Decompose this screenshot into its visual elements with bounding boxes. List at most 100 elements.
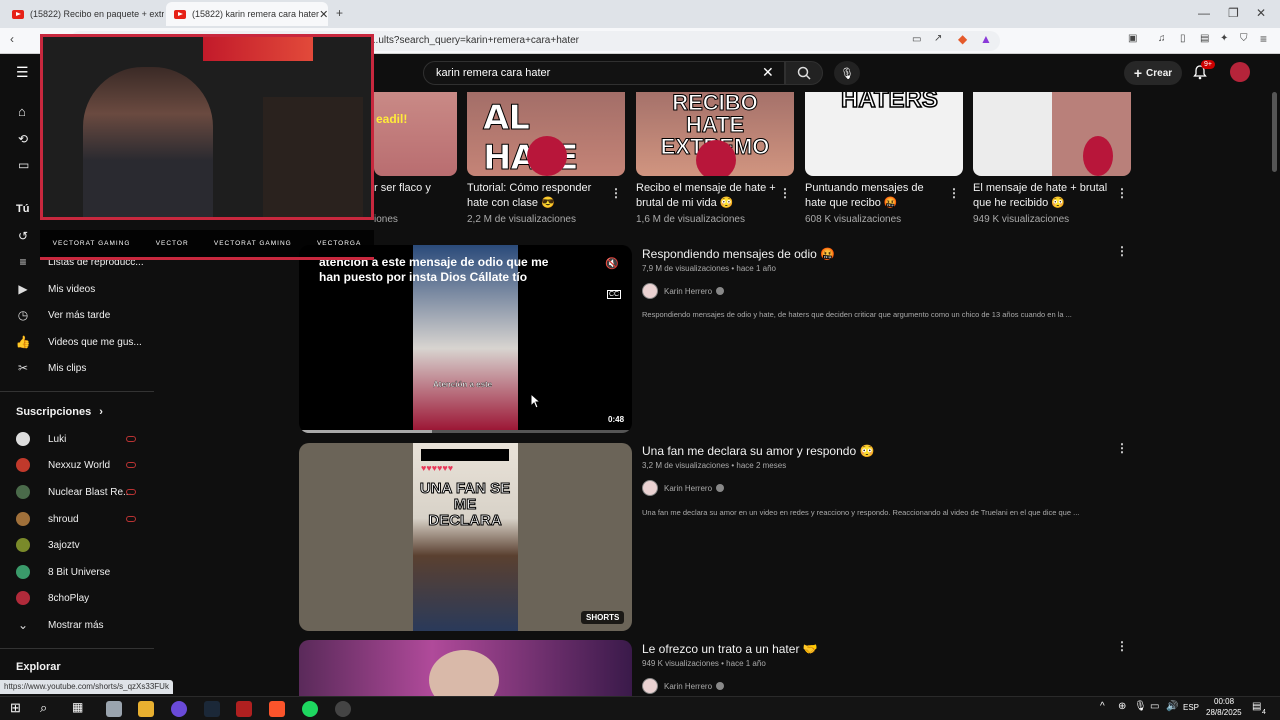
folder-icon[interactable]	[138, 701, 154, 717]
scrollbar-thumb[interactable]	[1272, 92, 1277, 172]
mute-icon[interactable]: 🔇	[605, 257, 619, 270]
brave-icon[interactable]	[269, 701, 285, 717]
channel-link[interactable]: Karin Herrero	[642, 283, 725, 299]
sidebar-sub-item[interactable]: 8 Bit Universe	[16, 562, 110, 582]
rewards-icon[interactable]: ▲	[980, 32, 992, 46]
chevron-down-icon: ⌄	[17, 618, 29, 632]
microphone-tray-icon[interactable]: 🎙	[1134, 701, 1147, 712]
notifications-button[interactable]: 9+	[1192, 60, 1215, 82]
sidebar-item-my-videos[interactable]: ▶ Mis videos	[16, 279, 95, 299]
leo-icon[interactable]: ✦	[1220, 33, 1228, 44]
music-icon[interactable]: ♫	[1158, 33, 1166, 44]
subscriptions-heading[interactable]: Suscripciones ›	[16, 402, 103, 422]
channel-avatar	[16, 565, 30, 579]
sidebar-item-watch-later[interactable]: ◷ Ver más tarde	[16, 305, 111, 325]
shorts-icon[interactable]: ⟲	[18, 132, 28, 146]
subscriptions-icon[interactable]: ▭	[18, 158, 29, 172]
video-title[interactable]: Tutorial: Cómo responder hate con clase …	[467, 181, 607, 211]
sidebar-item-clips[interactable]: ✂ Mis clips	[16, 358, 86, 378]
explorer-icon[interactable]	[106, 701, 122, 717]
close-window-icon[interactable]: ✕	[1256, 6, 1266, 20]
panel-icon[interactable]: ▯	[1180, 33, 1186, 44]
back-icon[interactable]: ‹	[10, 32, 14, 46]
explore-heading[interactable]: Explorar	[16, 661, 61, 673]
history-icon[interactable]: ↺	[18, 229, 28, 243]
app-icon[interactable]	[236, 701, 252, 717]
more-options-icon[interactable]: ⋮	[779, 186, 791, 200]
streamer-image	[83, 67, 213, 217]
tray-icon[interactable]: ⊕	[1118, 701, 1126, 712]
channel-avatar	[16, 432, 30, 446]
account-avatar[interactable]	[1230, 62, 1250, 82]
divider	[0, 648, 154, 649]
video-title[interactable]: El mensaje de hate + brutal que he recib…	[973, 181, 1113, 211]
video-title[interactable]: Recibo el mensaje de hate + brutal de mi…	[636, 181, 776, 211]
more-options-icon[interactable]: ⋮	[1116, 186, 1128, 200]
video-thumbnail[interactable]	[973, 92, 1131, 176]
sidebar-sub-item[interactable]: 8choPlay	[16, 588, 89, 608]
restore-icon[interactable]: ❐	[1228, 6, 1239, 20]
video-title[interactable]: Le ofrezco un trato a un hater 🤝	[642, 642, 818, 656]
share-icon[interactable]: ↗	[934, 33, 942, 44]
verified-icon	[716, 484, 725, 492]
clear-search-icon[interactable]: ✕	[762, 64, 774, 81]
network-icon[interactable]: ▭	[1150, 701, 1159, 712]
video-title[interactable]: Respondiendo mensajes de odio 🤬	[642, 247, 835, 261]
tray-chevron-icon[interactable]: ^	[1100, 701, 1105, 712]
obs-icon[interactable]	[335, 701, 351, 717]
new-tab-icon[interactable]: +	[336, 6, 343, 20]
video-thumbnail[interactable]: ♥♥♥♥♥♥ UNA FAN SE ME DECLARA SHORTS	[299, 443, 632, 631]
windows-start-icon[interactable]: ⊞	[10, 700, 21, 716]
sidebar-item-liked[interactable]: 👍 Videos que me gus...	[16, 332, 142, 352]
minimize-icon[interactable]: —	[1198, 6, 1210, 20]
video-thumbnail[interactable]: RECIBO HATE EXTREMO	[636, 92, 794, 176]
volume-icon[interactable]: 🔊	[1166, 701, 1178, 712]
channel-link[interactable]: Karin Herrero	[642, 678, 725, 694]
tab-karin-search[interactable]: (15822) karin remera cara hater ✕	[166, 2, 328, 26]
video-thumbnail[interactable]: HATERS	[805, 92, 963, 176]
sidebar-sub-item[interactable]: Nuclear Blast Re...	[16, 482, 131, 502]
menu-icon[interactable]: ≡	[1260, 32, 1267, 46]
more-options-icon[interactable]: ⋮	[1116, 244, 1128, 258]
sidebar-icon[interactable]: ▣	[1128, 33, 1137, 44]
sidebar-sub-item[interactable]: Luki	[16, 429, 66, 449]
channel-link[interactable]: Karin Herrero	[642, 480, 725, 496]
vpn-icon[interactable]: ⛉	[1240, 33, 1248, 44]
brave-shield-icon[interactable]: ◆	[958, 32, 967, 46]
search-taskbar-icon[interactable]: ⌕	[40, 700, 47, 716]
notification-center-icon[interactable]: ▤	[1252, 701, 1261, 712]
voice-search-button[interactable]: 🎙	[834, 61, 860, 85]
video-thumbnail[interactable]	[299, 640, 632, 696]
steam-icon[interactable]	[204, 701, 220, 717]
video-title[interactable]: Una fan me declara su amor y respondo 😳	[642, 444, 874, 458]
video-thumbnail[interactable]: AL HATE	[467, 92, 625, 176]
video-title[interactable]: Puntuando mensajes de hate que recibo 🤬	[805, 181, 945, 211]
video-thumbnail-playing[interactable]: atención a este mensaje de odio que me h…	[299, 245, 632, 433]
sidebar-sub-item[interactable]: 3ajoztv	[16, 535, 80, 555]
sidebar-sub-item[interactable]: Nexxuz World	[16, 455, 110, 475]
search-button[interactable]	[785, 61, 823, 85]
hamburger-menu-icon[interactable]: ☰	[16, 64, 29, 81]
create-button[interactable]: + Crear	[1124, 61, 1182, 85]
more-options-icon[interactable]: ⋮	[948, 186, 960, 200]
home-icon[interactable]: ⌂	[18, 104, 26, 119]
more-options-icon[interactable]: ⋮	[1116, 441, 1128, 455]
wallet-icon[interactable]: ▤	[1200, 33, 1209, 44]
video-title[interactable]: r ser flaco y	[374, 181, 456, 196]
you-heading[interactable]: Tú	[16, 203, 29, 215]
captions-icon[interactable]: CC	[607, 290, 622, 299]
tab-recibo[interactable]: (15822) Recibo en paquete + extraño	[4, 2, 164, 26]
sidebar-sub-item[interactable]: shroud	[16, 509, 79, 529]
spotify-icon[interactable]	[302, 701, 318, 717]
progress-bar[interactable]	[299, 430, 632, 433]
more-options-icon[interactable]: ⋮	[1116, 639, 1128, 653]
show-more-button[interactable]: ⌄ Mostrar más	[16, 615, 104, 635]
cast-icon[interactable]: ▭	[912, 34, 921, 45]
video-thumbnail[interactable]: eadil!	[374, 92, 457, 176]
task-view-icon[interactable]: ▦	[72, 700, 83, 714]
verified-icon	[716, 287, 725, 295]
close-tab-icon[interactable]: ✕	[319, 8, 328, 21]
search-input[interactable]: karin remera cara hater	[423, 61, 785, 85]
app-icon[interactable]	[171, 701, 187, 717]
more-options-icon[interactable]: ⋮	[610, 186, 622, 200]
